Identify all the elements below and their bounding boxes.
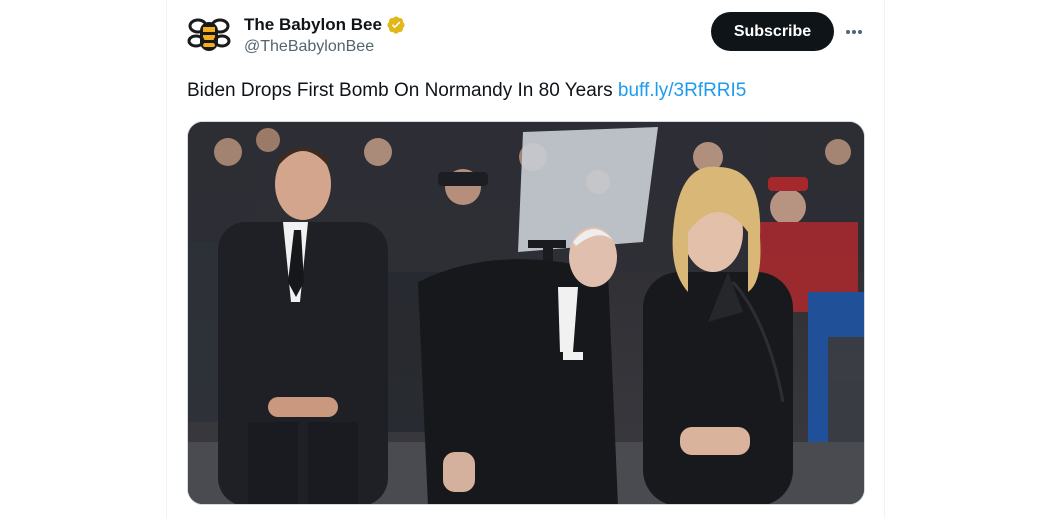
timeline-border-right xyxy=(884,0,885,518)
avatar[interactable] xyxy=(187,13,231,57)
more-options-button[interactable] xyxy=(840,18,868,46)
author-name-row[interactable]: The Babylon Bee xyxy=(244,14,406,36)
babylon-bee-logo-icon xyxy=(187,13,231,57)
verified-badge-icon xyxy=(387,16,405,34)
display-name[interactable]: The Babylon Bee xyxy=(244,15,382,35)
tweet-link[interactable]: buff.ly/3RfRRI5 xyxy=(618,80,746,101)
tweet-text: Biden Drops First Bomb On Normandy In 80… xyxy=(187,80,746,102)
photo-scene xyxy=(188,122,864,504)
more-horizontal-icon xyxy=(846,30,862,34)
tweet-body: Biden Drops First Bomb On Normandy In 80… xyxy=(187,80,613,101)
account-handle[interactable]: @TheBabylonBee xyxy=(244,38,374,56)
timeline-border-left xyxy=(166,0,167,518)
tweet-media-photo[interactable] xyxy=(187,121,865,505)
subscribe-button[interactable]: Subscribe xyxy=(711,12,834,51)
